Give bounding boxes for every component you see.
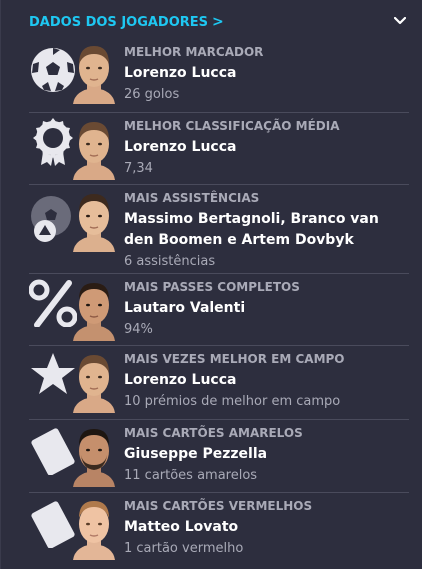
- stat-category: MAIS VEZES MELHOR EM CAMPO: [124, 352, 345, 366]
- player-avatar: [69, 40, 119, 104]
- player-stats-header-link[interactable]: DADOS DOS JOGADORES >: [29, 11, 224, 33]
- stat-row-best-average-rating[interactable]: MELHOR CLASSIFICAÇÃO MÉDIA Lorenzo Lucca…: [29, 112, 409, 185]
- player-avatar: [69, 277, 119, 341]
- stat-value: 1 cartão vermelho: [124, 541, 244, 556]
- player-name-link[interactable]: Matteo Lovato: [124, 517, 409, 538]
- stat-row-most-red-cards[interactable]: MAIS CARTÕES VERMELHOS Matteo Lovato 1 c…: [29, 492, 409, 569]
- stat-value: 10 prémios de melhor em campo: [124, 394, 341, 409]
- collapse-button[interactable]: [391, 12, 409, 30]
- stat-category: MAIS CARTÕES AMARELOS: [124, 426, 303, 440]
- stat-row-most-completed-passes[interactable]: MAIS PASSES COMPLETOS Lautaro Valenti 94…: [28, 273, 409, 346]
- panel-title: DADOS DOS JOGADORES: [29, 14, 209, 30]
- player-name-link[interactable]: Lautaro Valenti: [124, 298, 409, 319]
- player-avatar: [69, 496, 119, 560]
- player-name-link[interactable]: Lorenzo Lucca: [124, 63, 409, 84]
- stat-value: 94%: [124, 322, 153, 337]
- stat-category: MAIS PASSES COMPLETOS: [124, 280, 300, 294]
- stat-value: 7,34: [124, 161, 153, 176]
- player-name-link[interactable]: Massimo Bertagnoli, Branco van den Boome…: [124, 209, 409, 251]
- stat-row-most-player-of-match[interactable]: MAIS VEZES MELHOR EM CAMPO Lorenzo Lucca…: [29, 345, 409, 420]
- player-name-link[interactable]: Lorenzo Lucca: [124, 137, 409, 158]
- player-avatar: [69, 188, 119, 252]
- stat-row-top-scorer[interactable]: MELHOR MARCADOR Lorenzo Lucca 26 golos: [29, 38, 409, 113]
- player-name-link[interactable]: Giuseppe Pezzella: [124, 444, 409, 465]
- stat-value: 11 cartões amarelos: [124, 468, 258, 483]
- stat-row-most-assists[interactable]: MAIS ASSISTÊNCIAS Massimo Bertagnoli, Br…: [29, 184, 409, 274]
- stat-category: MAIS ASSISTÊNCIAS: [124, 191, 260, 205]
- stat-row-most-yellow-cards[interactable]: MAIS CARTÕES AMARELOS Giuseppe Pezzella …: [29, 419, 409, 493]
- stat-category: MAIS CARTÕES VERMELHOS: [124, 499, 313, 513]
- player-avatar: [69, 423, 119, 487]
- stat-value: 26 golos: [124, 87, 180, 102]
- player-stats-panel: DADOS DOS JOGADORES > MELHOR MARCADOR Lo…: [0, 0, 422, 569]
- player-avatar: [69, 349, 119, 413]
- stat-value: 6 assistências: [124, 254, 216, 269]
- stat-category: MELHOR MARCADOR: [124, 45, 264, 59]
- chevron-right-icon: >: [212, 14, 224, 30]
- player-avatar: [69, 116, 119, 180]
- stat-category: MELHOR CLASSIFICAÇÃO MÉDIA: [124, 119, 340, 133]
- player-name-link[interactable]: Lorenzo Lucca: [124, 370, 409, 391]
- chevron-down-icon: [394, 17, 406, 25]
